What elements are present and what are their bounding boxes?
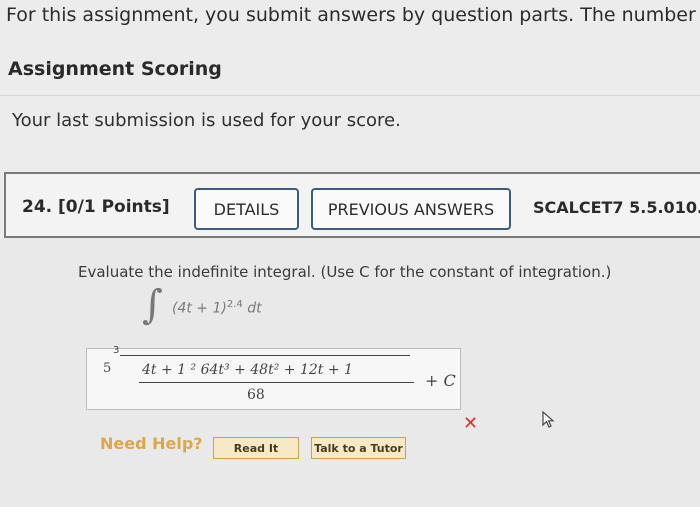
answer-coefficient: 5 [103,361,112,376]
question-prompt: Evaluate the indefinite integral. (Use C… [78,263,612,281]
previous-answers-button[interactable]: PREVIOUS ANSWERS [311,188,511,230]
answer-input-box[interactable]: 3 5 4t + 1 ² 64t³ + 48t² + 12t + 1 68 + … [86,345,461,410]
assignment-scoring-title: Assignment Scoring [8,58,222,80]
integrand-base: (4t + 1) [172,300,227,317]
answer-numerator: 4t + 1 ² 64t³ + 48t² + 12t + 1 [142,362,353,378]
integrand-dt: dt [247,300,262,317]
answer-denominator: 68 [247,387,265,403]
incorrect-icon: ✕ [463,413,479,434]
intro-text: For this assignment, you submit answers … [6,4,700,26]
last-submission-text: Your last submission is used for your sc… [12,110,401,131]
answer-radical-bar [120,355,410,356]
integrand-exponent: 2.4 [226,299,243,310]
need-help-label: Need Help? [100,434,203,453]
answer-constant: + C [425,371,456,390]
divider [0,95,700,96]
integrand: (4t + 1)2.4 dt [172,299,262,317]
answer-fraction-bar [139,382,414,383]
answer-radical-index: 3 [113,345,120,356]
read-it-button[interactable]: Read It [213,437,299,459]
question-header-bar: 24. [0/1 Points] DETAILS PREVIOUS ANSWER… [4,172,700,238]
details-button[interactable]: DETAILS [194,188,299,230]
integral-sign: ∫ [142,282,163,328]
mouse-cursor-icon [542,411,555,428]
question-code: SCALCET7 5.5.010. [533,198,700,217]
talk-to-tutor-button[interactable]: Talk to a Tutor [311,437,406,459]
question-number-points: 24. [0/1 Points] [22,197,170,217]
